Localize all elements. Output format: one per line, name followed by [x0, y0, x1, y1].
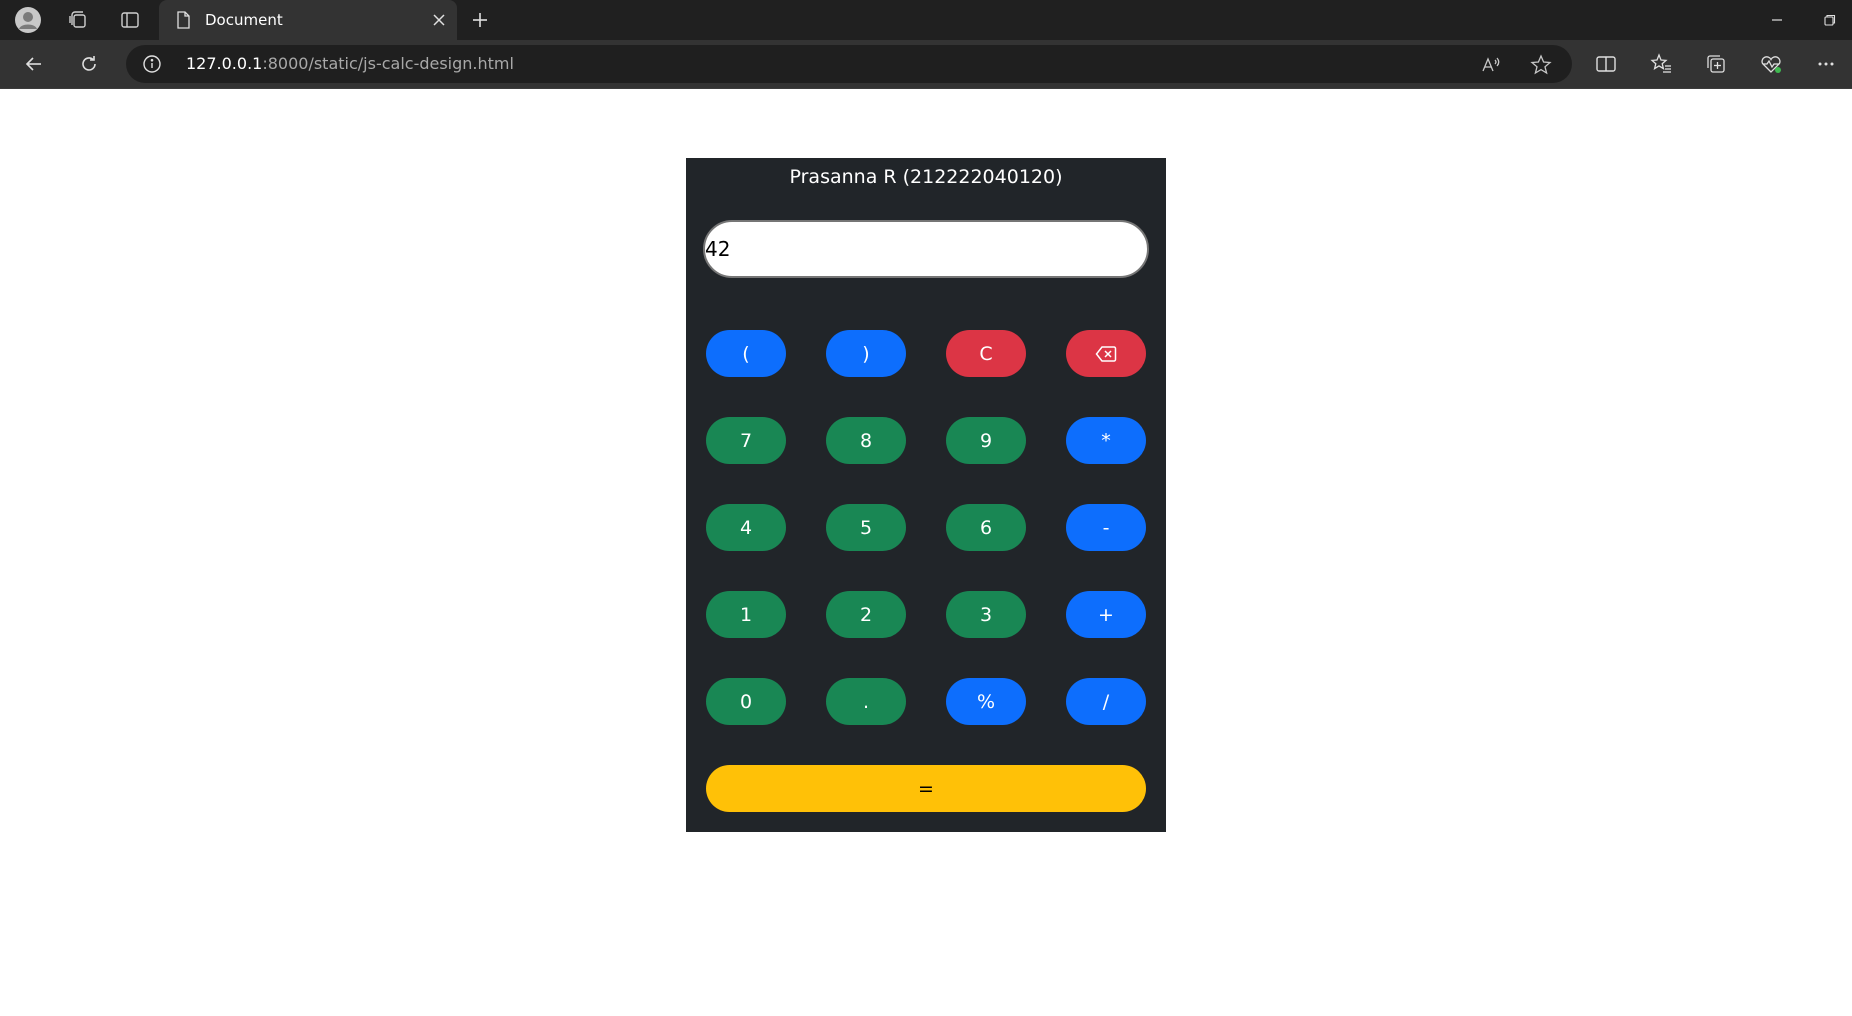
- digit-9-button[interactable]: 9: [946, 417, 1026, 464]
- back-button[interactable]: [14, 44, 54, 84]
- calculator-display[interactable]: [705, 222, 1147, 276]
- key-label: 2: [859, 603, 873, 626]
- add-button[interactable]: +: [1066, 591, 1146, 638]
- close-tab-icon[interactable]: [427, 8, 451, 32]
- read-aloud-icon[interactable]: [1480, 54, 1502, 76]
- new-tab-button[interactable]: [462, 0, 498, 40]
- browser-titlebar: Document: [0, 0, 1852, 40]
- key-label: 8: [859, 429, 873, 452]
- clear-button[interactable]: C: [946, 330, 1026, 377]
- digit-8-button[interactable]: 8: [826, 417, 906, 464]
- open-paren-button[interactable]: (: [706, 330, 786, 377]
- key-label: 5: [859, 516, 873, 539]
- key-label: -: [1102, 516, 1110, 539]
- key-label: /: [1102, 690, 1110, 713]
- split-screen-icon[interactable]: [1586, 44, 1626, 84]
- tab-actions-icon[interactable]: [110, 0, 150, 40]
- url-text: 127.0.0.1:8000/static/js-calc-design.htm…: [186, 45, 514, 83]
- equals-button[interactable]: =: [706, 765, 1146, 812]
- key-label: 4: [739, 516, 753, 539]
- decimal-button[interactable]: .: [826, 678, 906, 725]
- key-label: 9: [979, 429, 993, 452]
- backspace-icon: [1095, 345, 1117, 363]
- digit-6-button[interactable]: 6: [946, 504, 1026, 551]
- refresh-button[interactable]: [69, 44, 109, 84]
- backspace-button[interactable]: [1066, 330, 1146, 377]
- key-label: *: [1101, 429, 1111, 452]
- digit-2-button[interactable]: 2: [826, 591, 906, 638]
- key-label: C: [979, 342, 993, 365]
- document-icon: [173, 10, 193, 30]
- digit-4-button[interactable]: 4: [706, 504, 786, 551]
- calculator-title: Prasanna R (212222040120): [789, 166, 1063, 188]
- key-label: 0: [739, 690, 753, 713]
- favorite-star-icon[interactable]: [1530, 54, 1552, 76]
- site-info-icon[interactable]: [142, 54, 162, 74]
- equals-label: =: [918, 777, 934, 800]
- digit-5-button[interactable]: 5: [826, 504, 906, 551]
- favorites-icon[interactable]: [1641, 44, 1681, 84]
- key-label: 6: [979, 516, 993, 539]
- restore-button[interactable]: [1808, 0, 1852, 40]
- url-host: 127.0.0.1: [186, 54, 263, 73]
- profile-avatar-icon[interactable]: [8, 0, 48, 40]
- browser-essentials-icon[interactable]: [1751, 44, 1791, 84]
- key-label: .: [862, 690, 870, 713]
- workspaces-icon[interactable]: [58, 0, 98, 40]
- browser-toolbar: 127.0.0.1:8000/static/js-calc-design.htm…: [0, 40, 1852, 89]
- more-menu-icon[interactable]: [1806, 44, 1846, 84]
- url-path: :8000/static/js-calc-design.html: [262, 54, 514, 73]
- key-label: +: [1098, 603, 1114, 626]
- subtract-button[interactable]: -: [1066, 504, 1146, 551]
- tab-document[interactable]: Document: [159, 0, 457, 40]
- key-label: 7: [739, 429, 753, 452]
- collections-icon[interactable]: [1696, 44, 1736, 84]
- close-paren-button[interactable]: ): [826, 330, 906, 377]
- key-label: 1: [739, 603, 753, 626]
- digit-0-button[interactable]: 0: [706, 678, 786, 725]
- digit-1-button[interactable]: 1: [706, 591, 786, 638]
- digit-3-button[interactable]: 3: [946, 591, 1026, 638]
- display-field-wrapper: [703, 220, 1149, 278]
- multiply-button[interactable]: *: [1066, 417, 1146, 464]
- key-label: %: [976, 690, 996, 713]
- digit-7-button[interactable]: 7: [706, 417, 786, 464]
- percent-button[interactable]: %: [946, 678, 1026, 725]
- address-bar[interactable]: 127.0.0.1:8000/static/js-calc-design.htm…: [126, 45, 1572, 83]
- calculator: Prasanna R (212222040120) () C 7 8 9 * 4 5 6 - 1 2 3…: [686, 158, 1166, 832]
- key-label: 3: [979, 603, 993, 626]
- key-label: ): [862, 342, 870, 365]
- divide-button[interactable]: /: [1066, 678, 1146, 725]
- tab-title: Document: [205, 11, 283, 29]
- key-label: (: [742, 342, 750, 365]
- minimize-button[interactable]: [1752, 0, 1802, 40]
